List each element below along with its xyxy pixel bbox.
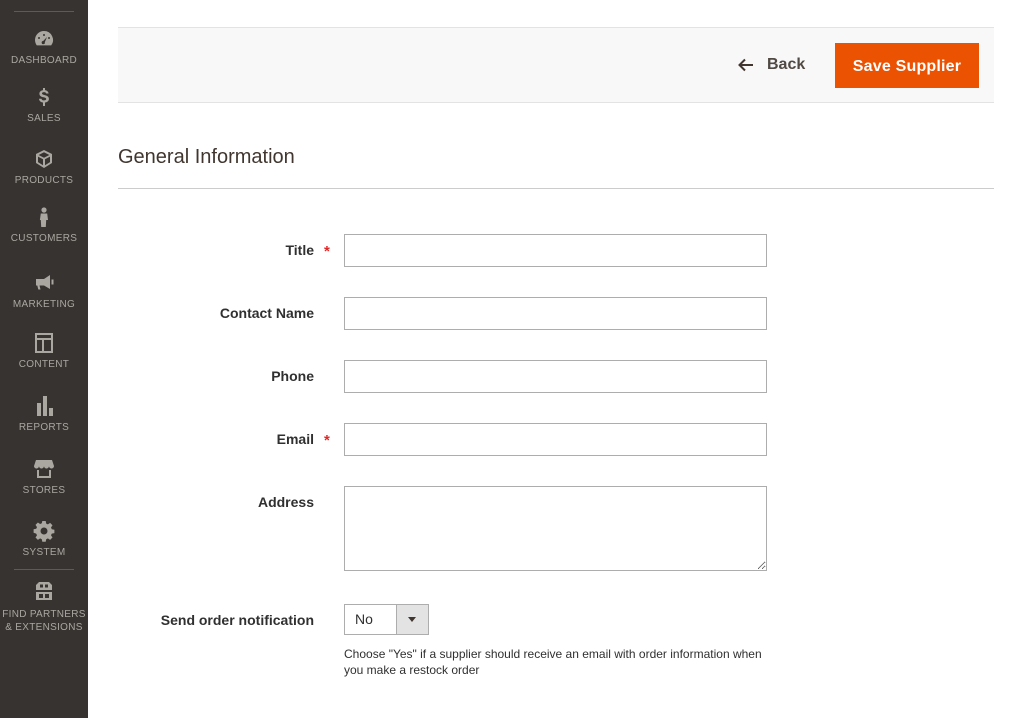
- arrow-left-icon: [738, 58, 753, 72]
- sidebar-item-label: FIND PARTNERS: [2, 609, 86, 620]
- sidebar-item-products[interactable]: PRODUCTS: [0, 148, 88, 187]
- dashboard-icon: [0, 28, 88, 50]
- sidebar-item-find-partners[interactable]: FIND PARTNERS & EXTENSIONS: [0, 580, 88, 634]
- sidebar-item-stores[interactable]: STORES: [0, 458, 88, 497]
- sidebar-item-reports[interactable]: REPORTS: [0, 395, 88, 434]
- sidebar-item-label: CUSTOMERS: [10, 233, 78, 244]
- select-value: No: [355, 611, 373, 627]
- chevron-down-icon: [408, 617, 416, 622]
- person-icon: [0, 206, 88, 228]
- layout-icon: [0, 332, 88, 354]
- email-input[interactable]: [344, 423, 767, 456]
- sidebar-item-label: SYSTEM: [22, 547, 66, 558]
- select-toggle[interactable]: [396, 605, 428, 634]
- dollar-icon: [0, 86, 88, 108]
- title-label: Title: [285, 242, 314, 258]
- title-input[interactable]: [344, 234, 767, 267]
- address-label: Address: [257, 494, 314, 510]
- section-divider: [118, 188, 994, 189]
- email-label: Email: [276, 431, 314, 447]
- phone-label: Phone: [271, 368, 314, 384]
- send-notification-label: Send order notification: [160, 612, 314, 628]
- sidebar-item-label: CONTENT: [18, 359, 70, 370]
- blocks-icon: [0, 580, 88, 602]
- sidebar-divider: [14, 569, 74, 570]
- back-button-label: Back: [767, 56, 806, 73]
- megaphone-icon: [0, 272, 88, 294]
- sidebar-item-customers[interactable]: CUSTOMERS: [0, 206, 88, 245]
- sidebar-item-label: REPORTS: [18, 422, 70, 433]
- sidebar-item-label: PRODUCTS: [14, 175, 74, 186]
- phone-input[interactable]: [344, 360, 767, 393]
- admin-sidebar: DASHBOARD SALES PRODUCTS CUSTOMERS MARKE…: [0, 0, 88, 718]
- sidebar-item-dashboard[interactable]: DASHBOARD: [0, 28, 88, 67]
- back-button[interactable]: Back: [738, 43, 815, 87]
- sidebar-item-label: STORES: [22, 485, 66, 496]
- required-marker: *: [324, 432, 330, 449]
- box-icon: [0, 148, 88, 170]
- storefront-icon: [0, 458, 88, 480]
- contact-name-input[interactable]: [344, 297, 767, 330]
- save-supplier-button[interactable]: Save Supplier: [835, 43, 979, 88]
- send-notification-select[interactable]: No: [344, 604, 429, 635]
- sidebar-item-sales[interactable]: SALES: [0, 86, 88, 125]
- sidebar-divider: [14, 11, 74, 12]
- sidebar-item-label: MARKETING: [12, 299, 76, 310]
- required-marker: *: [324, 243, 330, 260]
- sidebar-item-label: & EXTENSIONS: [5, 622, 83, 633]
- address-textarea[interactable]: [344, 486, 767, 571]
- contact-name-label: Contact Name: [219, 305, 314, 321]
- sidebar-item-label: SALES: [27, 113, 61, 124]
- sidebar-item-system[interactable]: SYSTEM: [0, 520, 88, 559]
- sidebar-item-marketing[interactable]: MARKETING: [0, 272, 88, 311]
- section-title: General Information: [118, 146, 295, 168]
- sidebar-item-content[interactable]: CONTENT: [0, 332, 88, 371]
- send-notification-note: Choose "Yes" if a supplier should receiv…: [344, 647, 762, 677]
- gear-icon: [0, 520, 88, 542]
- sidebar-item-label: DASHBOARD: [10, 55, 78, 66]
- page-actions-bar: Back Save Supplier: [118, 27, 994, 103]
- bar-chart-icon: [0, 395, 88, 417]
